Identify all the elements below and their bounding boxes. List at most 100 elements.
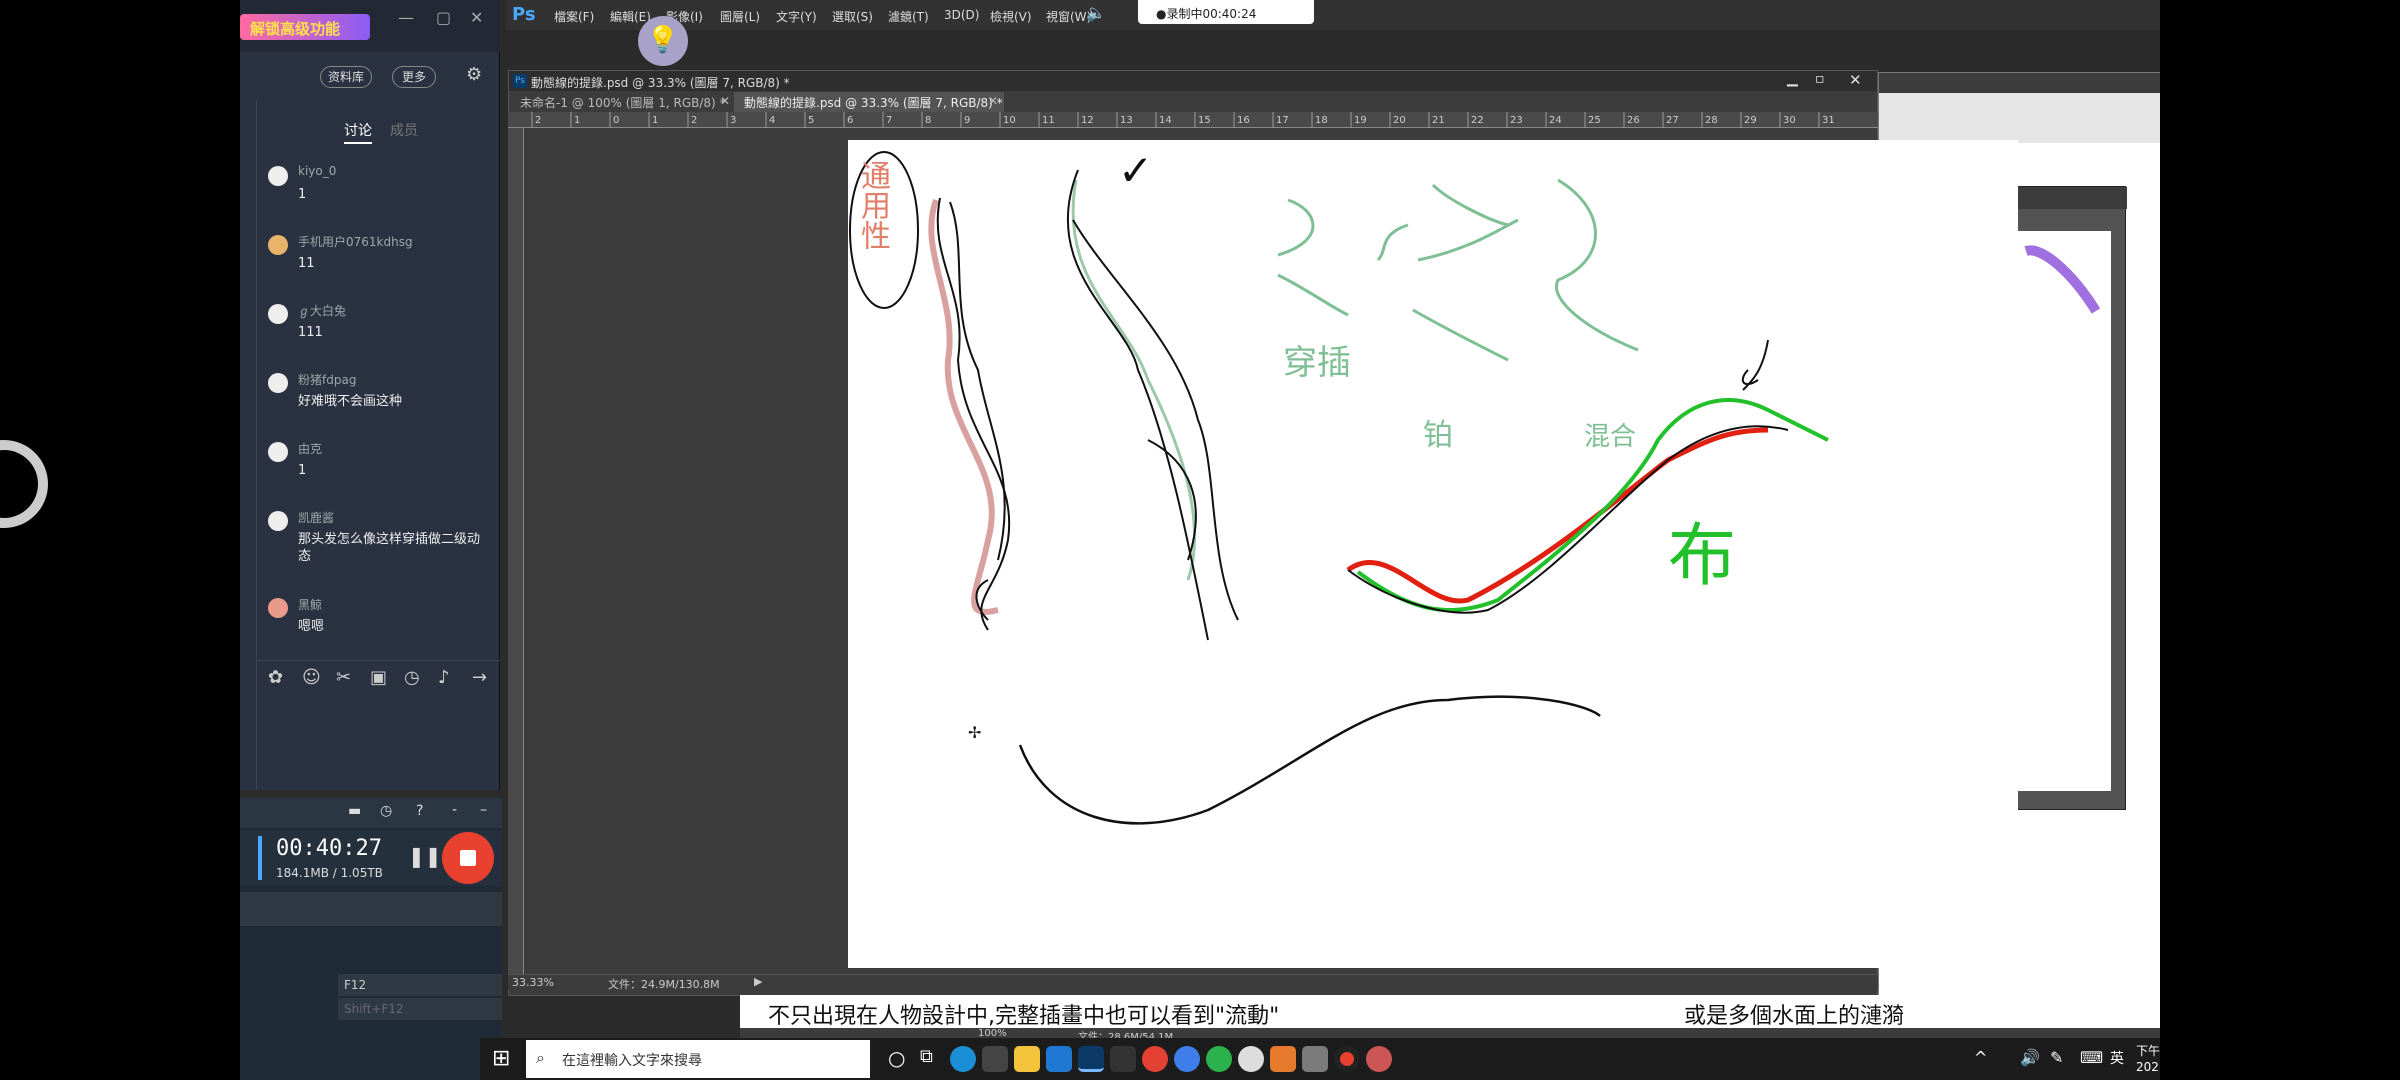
close-icon[interactable]: – [480,802,487,818]
close-icon[interactable]: ✕ [1849,71,1862,89]
lightbulb-icon: 💡 [638,16,688,66]
task-view-icon[interactable]: ⧉ [920,1046,933,1067]
windows-start-icon[interactable]: ⊞ [492,1046,510,1071]
avatar [268,166,288,186]
clock-icon[interactable]: ◷ [380,803,392,819]
phone-screen: Ps 檔案(F) 編輯(E) 影像(I) 圖層(L) 文字(Y) 選取(S) 濾… [0,0,2400,1080]
ruler-label: 26 [1627,115,1640,126]
pen-icon[interactable]: ✎ [2050,1048,2063,1067]
explorer-icon[interactable] [1014,1046,1040,1072]
menu-select[interactable]: 選取(S) [832,8,873,25]
ruler-label: 14 [1159,115,1172,126]
green-stroke-1 [1277,198,1315,257]
tray-chevron-icon[interactable]: ^ [1974,1048,1987,1067]
flower-icon[interactable]: ✿ [268,667,283,688]
chat-titlebar: 解锁高级功能 — ▢ ✕ [240,0,500,52]
menu-window[interactable]: 視窗(W) [1046,8,1091,25]
stop-button[interactable] [442,832,494,884]
tab-members[interactable]: 成员 [390,120,418,140]
menu-file[interactable]: 檔案(F) [554,8,594,25]
clock-time[interactable]: 下午 08:41 [2136,1042,2160,1059]
arrow-right-icon[interactable]: → [472,667,487,688]
strand-black-1 [936,197,1011,631]
ruler-label: 3 [730,115,736,126]
ruler-label: 2 [691,115,697,126]
maximize-icon[interactable]: ▫ [1815,71,1825,87]
ime-indicator[interactable]: 英 [2110,1048,2124,1068]
menu-type[interactable]: 文字(Y) [776,8,817,25]
photoshop-taskbar-icon[interactable] [1078,1046,1104,1072]
loading-spinner-icon [0,440,48,528]
tab-untitled[interactable]: 未命名-1 @ 100% (圖層 1, RGB/8) * [520,94,726,112]
menu-filter[interactable]: 濾鏡(T) [888,8,929,25]
library-button[interactable]: 资料库 [320,66,372,88]
help-icon[interactable]: ? [416,803,423,819]
label-chuancha: 穿插 [1283,343,1351,383]
taskbar-search[interactable]: ⌕ 在這裡輸入文字來搜尋 [526,1040,870,1078]
cortana-icon[interactable]: ○ [888,1046,905,1070]
ruler-label: 6 [847,115,853,126]
ruler-label: 29 [1744,115,1757,126]
minimize-icon[interactable]: - [452,802,457,818]
tab-close-icon[interactable]: ✕ [720,94,730,108]
ruler-label: 8 [925,115,931,126]
green-stroke-7 [1555,178,1639,352]
more-button[interactable]: 更多 [392,66,436,88]
wechat-icon[interactable] [1206,1046,1232,1072]
settings-icon[interactable]: ⚙ [466,64,482,85]
horizontal-ruler: 2 1 0 1 2 3 4 5 6 7 8 9 10 11 12 13 14 15 16 17 18 19 20 21 22 23… [508,112,1878,128]
speaker-icon[interactable]: 🔈 [1086,3,1106,22]
menu-layer[interactable]: 圖層(L) [720,8,760,25]
menu-3d[interactable]: 3D(D) [944,8,979,22]
avatar [268,235,288,255]
green-stroke-6 [1412,308,1509,362]
chrome-icon[interactable] [1142,1046,1168,1072]
ruler-label: 23 [1510,115,1523,126]
ruler-label: 2 [535,115,541,126]
minimize-icon[interactable]: — [398,8,414,27]
clock-icon[interactable]: ◷ [404,667,420,688]
green-stroke-2 [1277,273,1349,317]
image-icon[interactable]: ▣ [370,667,387,688]
folder-icon[interactable]: ▬ [348,803,361,819]
app-icon[interactable] [1110,1046,1136,1072]
volume-icon[interactable]: 🔊 [2020,1048,2040,1067]
app-c-icon[interactable] [1270,1046,1296,1072]
premium-badge[interactable]: 解锁高级功能 [240,14,370,40]
clock-date[interactable]: 2021/5/21 [2136,1060,2160,1074]
zoom-readout[interactable]: 33.33% [512,976,554,989]
minimize-icon[interactable]: ▁ [1787,71,1798,87]
emoji-icon[interactable]: ☺ [302,667,321,688]
ruler-label: 15 [1198,115,1211,126]
ruler-label: 25 [1588,115,1601,126]
ruler-label: 7 [886,115,892,126]
maximize-icon[interactable]: ▢ [436,8,451,27]
bird-icon[interactable] [1174,1046,1200,1072]
avatar [268,373,288,393]
keyboard-icon[interactable]: ⌨ [2080,1048,2103,1067]
ruler-label: 27 [1666,115,1679,126]
ruler-label: 19 [1354,115,1367,126]
close-icon[interactable]: ✕ [470,8,483,27]
tab-discuss[interactable]: 讨论 [344,120,372,144]
mail-icon[interactable] [1046,1046,1072,1072]
arrow-right-icon[interactable]: ▶ [754,975,762,988]
menu-view[interactable]: 檢視(V) [990,8,1032,25]
tab-close-icon[interactable]: ✕ [988,94,998,108]
media-icon[interactable] [1366,1046,1392,1072]
green-stroke-5 [1417,218,1519,262]
app-avatar-icon[interactable] [1302,1046,1328,1072]
scissors-icon[interactable]: ✂ [336,667,351,688]
tab-active-doc[interactable]: 動態線的提錄.psd @ 33.3% (圖層 7, RGB/8) * [744,94,1003,112]
store-icon[interactable] [982,1046,1008,1072]
app-w-icon[interactable] [1238,1046,1264,1072]
recorder-toolbar: ▬ ◷ ? - – [240,798,502,828]
drawing-canvas[interactable]: ✢ 通用性 ✓ 穿插 铂 混合 布 [848,140,2018,968]
record-icon[interactable] [1334,1046,1360,1072]
edge-icon[interactable] [950,1046,976,1072]
ruler-label: 28 [1705,115,1718,126]
bell-icon[interactable]: ♪ [438,667,450,688]
pause-icon[interactable]: ❚❚ [408,844,442,868]
search-placeholder: 在這裡輸入文字來搜尋 [562,1053,702,1069]
strand-black-4 [1066,169,1209,641]
